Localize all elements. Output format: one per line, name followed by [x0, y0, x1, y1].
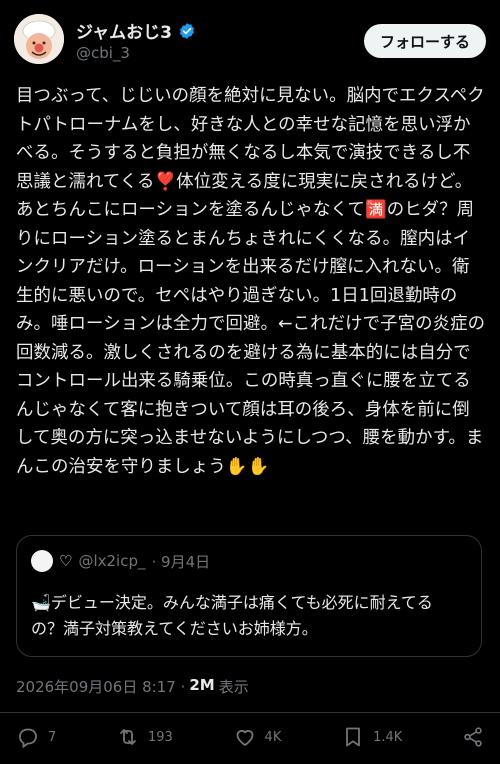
share-icon: [464, 727, 482, 747]
post-timestamp[interactable]: 2026年09月06日 8:17 ·: [16, 676, 185, 697]
verified-badge-icon: [179, 22, 195, 39]
author-avatar[interactable]: [14, 14, 64, 64]
repost-count: 193: [148, 729, 173, 745]
quoted-author-handle[interactable]: @lx2icp_: [78, 552, 145, 570]
quoted-author-name: ♡: [59, 552, 73, 570]
avatar-illustration-icon: [14, 14, 64, 64]
bookmark-button[interactable]: 1.4K: [341, 725, 402, 749]
heart-icon: [236, 730, 253, 746]
bookmark-icon: [346, 727, 360, 747]
post-header: ジャムおじ3 @cbi_3 フォローする: [14, 14, 486, 66]
bookmark-count: 1.4K: [373, 729, 403, 745]
quoted-post[interactable]: ♡ @lx2icp_ · 9月4日 🛁デビュー決定。みんな満子は痛くても必死に耐…: [16, 535, 482, 657]
repost-icon: [120, 729, 136, 745]
like-button[interactable]: 4K: [233, 725, 282, 749]
view-label: 表示: [218, 678, 249, 696]
view-count: 2M: [189, 676, 215, 694]
author-handle[interactable]: @cbi_3: [76, 44, 130, 62]
post-meta: 2026年09月06日 8:17 · 2M 表示: [16, 676, 249, 697]
quoted-post-text: 🛁デビュー決定。みんな満子は痛くても必死に耐えてるの？満子対策教えてくださいお姉…: [31, 593, 433, 638]
like-count: 4K: [264, 729, 282, 745]
repost-button[interactable]: 193: [116, 725, 173, 749]
reply-icon: [19, 728, 37, 749]
action-bar: 7 193 4K 1.4K: [16, 722, 484, 752]
author-display-name[interactable]: ジャムおじ3: [76, 18, 172, 43]
divider: [0, 712, 500, 713]
share-button[interactable]: [462, 726, 484, 748]
follow-button[interactable]: フォローする: [363, 24, 486, 58]
reply-button[interactable]: 7: [16, 725, 56, 749]
quoted-author-avatar[interactable]: [31, 550, 53, 572]
post-text: 目つぶって、じじいの顔を絶対に見ない。脳内でエクスペクトパトローナムをし、好きな…: [16, 86, 486, 477]
quoted-post-date: · 9月4日: [151, 552, 211, 571]
reply-count: 7: [48, 729, 57, 745]
